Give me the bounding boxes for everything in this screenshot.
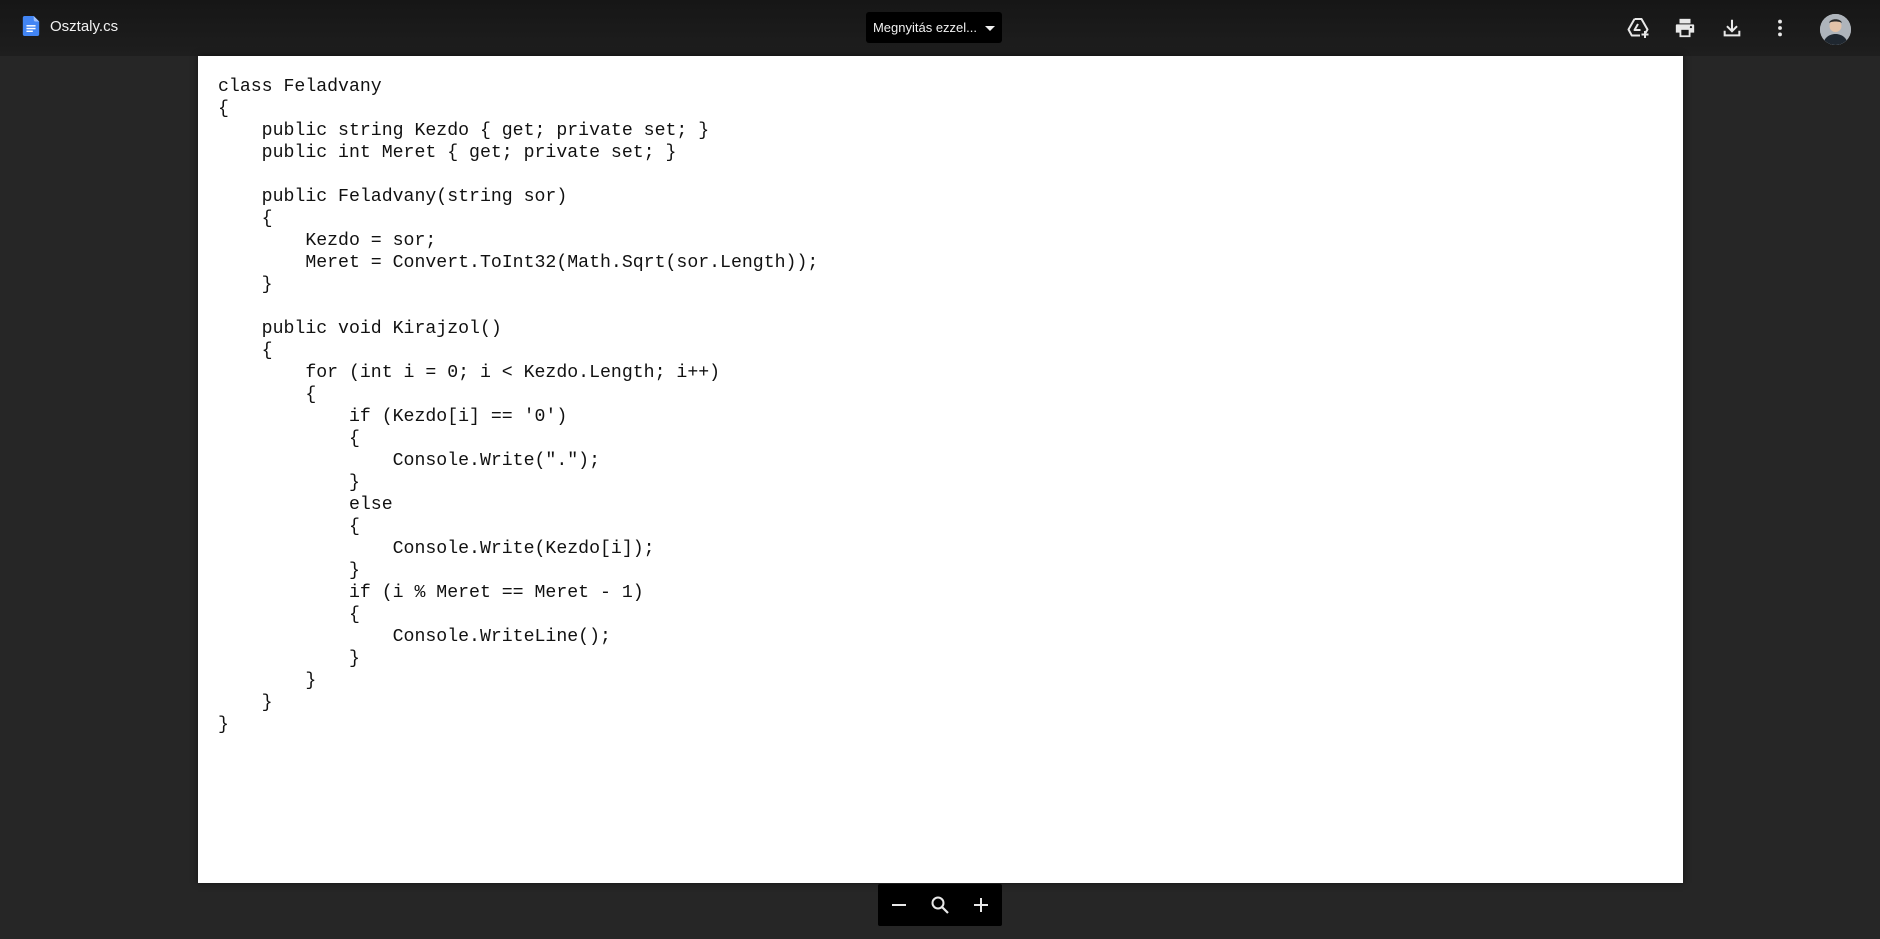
code-line: {: [218, 99, 229, 119]
code-line: if (i % Meret == Meret - 1): [218, 583, 644, 603]
more-options-button[interactable]: [1766, 14, 1794, 42]
code-line: {: [218, 605, 360, 625]
add-to-drive-button[interactable]: [1624, 14, 1652, 42]
zoom-controls: [878, 884, 1002, 926]
zoom-out-button[interactable]: [883, 889, 915, 921]
print-button[interactable]: [1671, 14, 1699, 42]
code-line: }: [218, 561, 360, 581]
code-line: if (Kezdo[i] == '0'): [218, 407, 568, 427]
download-icon: [1723, 19, 1741, 37]
top-bar: Osztaly.cs Megnyitás ezzel...: [0, 0, 1880, 56]
code-line: }: [218, 671, 317, 691]
google-docs-icon: [22, 16, 40, 36]
code-line: else: [218, 495, 393, 515]
document-page: class Feladvany{ public string Kezdo { g…: [198, 56, 1683, 883]
file-name: Osztaly.cs: [50, 17, 119, 35]
code-line: public void Kirajzol(): [218, 319, 502, 339]
code-line: Kezdo = sor;: [218, 231, 437, 251]
code-line: for (int i = 0; i < Kezdo.Length; i++): [218, 363, 721, 383]
code-line: }: [218, 693, 273, 713]
code-line: Console.WriteLine();: [218, 627, 611, 647]
code-line: }: [218, 275, 273, 295]
account-avatar[interactable]: [1820, 14, 1851, 45]
code-line: {: [218, 517, 360, 537]
code-block: class Feladvany{ public string Kezdo { g…: [218, 76, 818, 736]
code-line: }: [218, 473, 360, 493]
code-line: {: [218, 429, 360, 449]
code-line: public string Kezdo { get; private set; …: [218, 121, 710, 141]
file-title: Osztaly.cs: [22, 16, 118, 36]
minus-icon: [891, 904, 906, 906]
code-line: Console.Write(".");: [218, 451, 600, 471]
open-with-label: Megnyitás ezzel...: [872, 20, 978, 35]
code-line: {: [218, 385, 317, 405]
printer-icon: [1675, 18, 1695, 38]
download-button[interactable]: [1718, 14, 1746, 42]
code-line: }: [218, 715, 229, 735]
add-to-drive-icon: [1627, 18, 1649, 38]
magnifier-icon: [931, 896, 949, 914]
zoom-in-button[interactable]: [965, 889, 997, 921]
code-line: {: [218, 209, 273, 229]
user-avatar-icon: [1820, 14, 1851, 45]
code-line: {: [218, 341, 273, 361]
code-line: public Feladvany(string sor): [218, 187, 568, 207]
code-line: }: [218, 649, 360, 669]
code-line: class Feladvany: [218, 77, 382, 97]
code-line: public int Meret { get; private set; }: [218, 143, 677, 163]
zoom-reset-button[interactable]: [924, 889, 956, 921]
code-line: Console.Write(Kezdo[i]);: [218, 539, 655, 559]
code-line: Meret = Convert.ToInt32(Math.Sqrt(sor.Le…: [218, 253, 819, 273]
caret-down-icon: [985, 26, 996, 31]
open-with-button[interactable]: Megnyitás ezzel...: [866, 12, 1002, 43]
more-vert-icon: [1778, 19, 1782, 37]
plus-icon: [974, 898, 989, 912]
